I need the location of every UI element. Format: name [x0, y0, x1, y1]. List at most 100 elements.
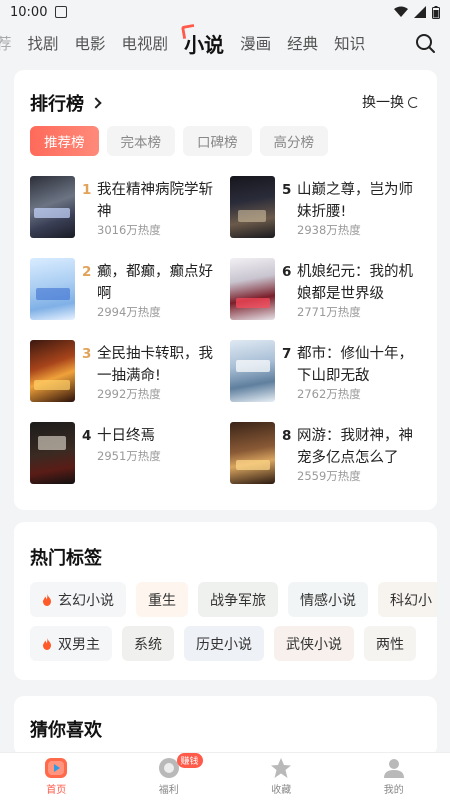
book-heat: 2938万热度: [297, 223, 361, 237]
chevron-right-icon: [90, 97, 102, 109]
tag-item[interactable]: 重生: [136, 582, 188, 617]
tag-item[interactable]: 两性: [364, 626, 416, 661]
book-heat: 2951万热度: [97, 449, 161, 463]
book-item[interactable]: 8 网游：我财神，神宠多亿点怎么了 2559万热度: [230, 422, 430, 486]
tag-item[interactable]: 武侠小说: [274, 626, 354, 661]
earn-badge: 赚钱: [176, 753, 203, 768]
tag-item[interactable]: 双男主: [30, 626, 112, 661]
book-title: 全民抽卡转职，我一抽满命!: [97, 346, 213, 384]
book-title: 机娘纪元：我的机娘都是世界级: [297, 264, 413, 302]
tag-label: 两性: [376, 636, 404, 653]
tab-comic[interactable]: 漫画: [240, 32, 271, 54]
tab-tv-series[interactable]: 电视剧: [122, 32, 169, 54]
tag-label: 系统: [134, 636, 162, 653]
tag-label: 双男主: [58, 636, 100, 653]
book-heat: 2992万热度: [97, 387, 161, 401]
nav-profile-label: 我的: [383, 785, 404, 796]
tab-recommend[interactable]: 荐: [0, 32, 12, 54]
book-title: 我在精神病院学斩神: [97, 182, 213, 220]
tag-item[interactable]: 战争军旅: [198, 582, 278, 617]
signal-icon: [414, 6, 426, 18]
nav-welfare-label: 福利: [158, 785, 179, 796]
tag-item[interactable]: 玄幻小说: [30, 582, 126, 617]
book-heat: 2771万热度: [297, 305, 361, 319]
book-item[interactable]: 2 癫，都癫，癫点好啊 2994万热度: [30, 258, 230, 322]
guess-title: 猜你喜欢: [30, 720, 102, 741]
book-heat: 2994万热度: [97, 305, 161, 319]
book-item[interactable]: 5 山巅之尊，岂为师妹折腰! 2938万热度: [230, 176, 430, 240]
flame-icon: [43, 637, 51, 650]
search-icon[interactable]: [414, 32, 436, 54]
nav-home[interactable]: 首页: [0, 753, 113, 800]
category-tabs: 荐 找剧 电影 电视剧 小说 漫画 经典 知识: [0, 24, 450, 62]
wifi-icon: [394, 6, 408, 17]
nav-favorites-label: 收藏: [271, 785, 292, 796]
tab-movie[interactable]: 电影: [75, 32, 106, 54]
book-cover: [230, 422, 275, 484]
rank-number: 6: [282, 264, 292, 280]
tab-novel[interactable]: 小说: [184, 29, 224, 58]
tag-item[interactable]: 科幻小: [378, 582, 437, 617]
hot-tags-title: 热门标签: [30, 548, 102, 569]
tag-label: 重生: [148, 592, 176, 609]
chip-reputation[interactable]: 口碑榜: [183, 126, 252, 156]
tab-knowledge[interactable]: 知识: [334, 32, 365, 54]
status-bar: 10:00: [0, 0, 450, 24]
notification-icon: [55, 6, 68, 18]
tag-label: 情感小说: [300, 592, 356, 609]
tag-item[interactable]: 系统: [122, 626, 174, 661]
tab-classic[interactable]: 经典: [287, 32, 318, 54]
rank-number: 7: [282, 346, 292, 362]
book-cover: [230, 258, 275, 320]
book-heat: 2559万热度: [297, 469, 361, 483]
book-cover: [30, 258, 75, 320]
tag-label: 科幻小: [390, 592, 432, 609]
book-title: 山巅之尊，岂为师妹折腰!: [297, 182, 413, 220]
tag-label: 历史小说: [196, 636, 252, 653]
tag-row: 双男主 系统 历史小说 武侠小说 两性: [30, 626, 416, 661]
book-title: 都市：修仙十年，下山即无敌: [297, 346, 413, 384]
tag-label: 玄幻小说: [58, 592, 114, 609]
bottom-nav: 首页 赚钱 福利 收藏 我的: [0, 752, 450, 800]
user-icon: [383, 759, 404, 778]
flame-icon: [43, 593, 51, 606]
tag-item[interactable]: 情感小说: [288, 582, 368, 617]
tag-label: 战争军旅: [210, 592, 266, 609]
book-title: 癫，都癫，癫点好啊: [97, 264, 213, 302]
chip-recommend[interactable]: 推荐榜: [30, 126, 99, 156]
book-cover: [30, 340, 75, 402]
ranking-title: 排行榜: [30, 94, 84, 115]
tag-row: 玄幻小说 重生 战争军旅 情感小说 科幻小: [30, 582, 437, 617]
rank-number: 2: [82, 264, 92, 280]
book-heat: 2762万热度: [297, 387, 361, 401]
book-title: 网游：我财神，神宠多亿点怎么了: [297, 428, 413, 466]
nav-welfare[interactable]: 赚钱 福利: [113, 753, 226, 800]
book-item[interactable]: 7 都市：修仙十年，下山即无敌 2762万热度: [230, 340, 430, 404]
book-item[interactable]: 3 全民抽卡转职，我一抽满命! 2992万热度: [30, 340, 230, 404]
guess-card: 猜你喜欢: [14, 696, 437, 756]
book-item[interactable]: 4 十日终焉 2951万热度: [30, 422, 230, 486]
battery-icon: [432, 5, 440, 19]
book-item[interactable]: 1 我在精神病院学斩神 3016万热度: [30, 176, 230, 240]
tag-item[interactable]: 历史小说: [184, 626, 264, 661]
nav-favorites[interactable]: 收藏: [225, 753, 338, 800]
book-cover: [30, 176, 75, 238]
rank-number: 4: [82, 428, 92, 444]
tab-find-drama[interactable]: 找剧: [28, 32, 59, 54]
book-item[interactable]: 6 机娘纪元：我的机娘都是世界级 2771万热度: [230, 258, 430, 322]
book-cover: [230, 340, 275, 402]
ranking-card: 排行榜 换一换 推荐榜 完本榜 口碑榜 高分榜 1 我在精神病院学斩神 3016…: [14, 70, 437, 510]
book-title: 十日终焉: [97, 428, 155, 444]
book-heat: 3016万热度: [97, 223, 161, 237]
ranking-header[interactable]: 排行榜: [30, 90, 102, 116]
chip-completed[interactable]: 完本榜: [106, 126, 175, 156]
nav-home-label: 首页: [46, 785, 67, 796]
status-time: 10:00: [10, 4, 48, 20]
swap-button[interactable]: 换一换: [362, 92, 419, 112]
chip-high-score[interactable]: 高分榜: [259, 126, 328, 156]
home-icon: [45, 758, 68, 778]
hot-tags-card: 热门标签 玄幻小说 重生 战争军旅 情感小说 科幻小 双男主 系统 历史小说 武…: [14, 522, 437, 680]
nav-profile[interactable]: 我的: [338, 753, 450, 800]
swap-label: 换一换: [362, 95, 404, 111]
tag-label: 武侠小说: [286, 636, 342, 653]
